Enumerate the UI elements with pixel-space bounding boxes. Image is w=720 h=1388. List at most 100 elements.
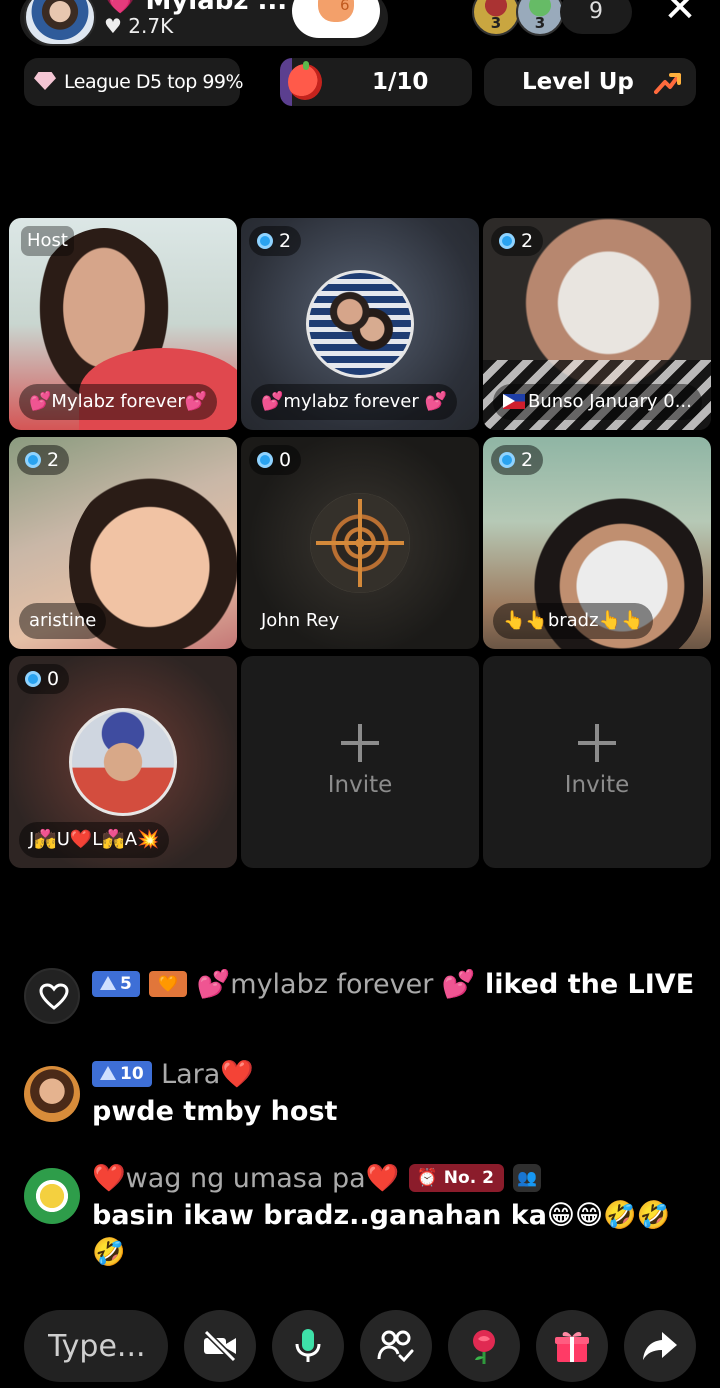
score-count: 2 <box>521 449 534 471</box>
user-avatar[interactable] <box>24 1066 80 1122</box>
chat-username[interactable]: wag ng umasa pa <box>126 1163 366 1194</box>
guest-tile-host[interactable]: Host 💕Mylabz forever💕 <box>9 218 237 430</box>
fan-club-count: 6 <box>340 0 350 14</box>
host-likes-count: 2.7K <box>128 14 174 38</box>
guest-avatar <box>306 270 414 378</box>
like-avatar[interactable] <box>24 968 80 1024</box>
tile-name: Bunso January 0... <box>493 384 702 420</box>
host-likes: ♥ 2.7K <box>104 14 174 38</box>
plus-icon <box>341 724 379 762</box>
score-icon <box>25 452 41 468</box>
chat-text: 10 Lara❤️ pwde tmby host <box>92 1056 700 1130</box>
guest-score-badge: 2 <box>491 445 544 475</box>
level-number: 5 <box>120 974 132 994</box>
goal-progress-pill[interactable]: 1/10 <box>280 58 472 106</box>
level-icon <box>100 976 116 990</box>
guest-tile-2[interactable]: 2 💕mylabz forever 💕 <box>241 218 479 430</box>
people-icon <box>377 1330 414 1363</box>
rose-icon <box>473 1330 495 1364</box>
heart-icon: ❤️ <box>365 1163 400 1194</box>
top-viewer-avatar-1[interactable]: 3 <box>472 0 520 36</box>
fan-badge-icon: 🧡 <box>149 971 188 997</box>
guest-score-badge: 2 <box>17 445 70 475</box>
diamond-icon <box>34 72 56 90</box>
heart-icon: ❤️ <box>92 1163 126 1194</box>
host-avatar[interactable] <box>24 0 96 46</box>
league-pill[interactable]: League D5 top 99% <box>24 58 244 106</box>
guest-tile-5[interactable]: 0 John Rey <box>241 437 479 649</box>
tile-name: John Rey <box>261 610 340 631</box>
top-viewer-rank-2: 3 <box>534 14 546 32</box>
invite-label: Invite <box>327 772 393 798</box>
host-tag: Host <box>21 226 74 256</box>
share-button[interactable] <box>624 1310 696 1382</box>
moderator-icon: 👥 <box>513 1164 542 1192</box>
bottom-bar <box>0 1310 720 1382</box>
target-avatar <box>310 493 410 593</box>
plus-icon <box>578 724 616 762</box>
gift-icon <box>555 1332 589 1362</box>
heart-icon: ❤️ <box>220 1059 254 1090</box>
score-count: 0 <box>47 668 60 690</box>
guest-score-badge: 2 <box>249 226 302 256</box>
share-arrow-icon <box>643 1332 677 1360</box>
chat-username[interactable]: 💕mylabz forever 💕 <box>197 969 476 1000</box>
rose-gift-button[interactable] <box>448 1310 520 1382</box>
tile-name: 💕mylabz forever 💕 <box>251 384 457 420</box>
league-text: League D5 top 99% <box>64 71 244 93</box>
guest-score-badge: 0 <box>17 664 70 694</box>
tile-name: aristine <box>19 603 107 639</box>
follow-button[interactable]: 6 <box>292 0 380 38</box>
invite-slot-1[interactable]: Invite <box>241 656 479 868</box>
score-count: 2 <box>279 230 292 252</box>
invite-slot-2[interactable]: Invite <box>483 656 711 868</box>
top-viewer-avatar-2[interactable]: 3 <box>516 0 564 36</box>
microphone-icon <box>295 1329 321 1362</box>
chat-text: ❤️wag ng umasa pa❤️ ⏰ No. 2 👥 basin ikaw… <box>92 1160 700 1271</box>
level-number: 10 <box>120 1064 144 1084</box>
top-viewer-rank-1: 3 <box>490 14 502 32</box>
invite-label: Invite <box>564 772 630 798</box>
chat-message-text: liked the LIVE <box>484 969 695 1000</box>
trending-up-icon <box>654 73 681 94</box>
chat-message-text: basin ikaw bradz..ganahan ka😁😁🤣🤣🤣 <box>92 1200 671 1268</box>
score-icon <box>257 452 273 468</box>
user-avatar[interactable] <box>24 1168 80 1224</box>
score-icon <box>257 233 273 249</box>
level-up-label: Level Up <box>522 69 634 95</box>
guest-score-badge: 0 <box>249 445 302 475</box>
comment-input[interactable] <box>24 1310 168 1382</box>
guest-tile-7[interactable]: 0 J💏U❤️L💏A💥 <box>9 656 237 868</box>
guests-button[interactable] <box>360 1310 432 1382</box>
chat-username[interactable]: Lara <box>161 1059 220 1090</box>
score-count: 0 <box>279 449 292 471</box>
guest-score-badge: 2 <box>491 226 544 256</box>
apple-icon <box>288 61 322 100</box>
guest-tile-4[interactable]: 2 aristine <box>9 437 237 649</box>
camera-off-icon <box>203 1329 237 1363</box>
close-button[interactable]: ✕ <box>660 0 700 28</box>
heart-outline-icon <box>39 983 69 1010</box>
chat-message-text: pwde tmby host <box>92 1096 338 1127</box>
level-icon <box>100 1066 116 1080</box>
level-up-button[interactable]: Level Up <box>484 58 696 106</box>
score-icon <box>25 671 41 687</box>
progress-text: 1/10 <box>372 69 429 95</box>
score-count: 2 <box>47 449 60 471</box>
guest-tile-6[interactable]: 2 👆👆bradz👆👆 <box>483 437 711 649</box>
score-icon <box>499 452 515 468</box>
score-icon <box>499 233 515 249</box>
philippines-flag-icon <box>503 394 525 409</box>
gift-button[interactable] <box>536 1310 608 1382</box>
viewer-count[interactable]: 9 <box>560 0 632 34</box>
camera-off-button[interactable] <box>184 1310 256 1382</box>
chat-text: 5 🧡 💕mylabz forever 💕 liked the LIVE <box>92 966 700 1003</box>
tile-name: 👆👆bradz👆👆 <box>493 603 654 639</box>
microphone-button[interactable] <box>272 1310 344 1382</box>
guest-tile-3[interactable]: 2 Bunso January 0... <box>483 218 711 430</box>
guest-avatar <box>69 708 177 816</box>
tile-name: 💕Mylabz forever💕 <box>19 384 218 420</box>
rank-badge: ⏰ No. 2 <box>408 1164 504 1192</box>
tile-name: J💏U❤️L💏A💥 <box>19 822 170 858</box>
rank-text: No. 2 <box>443 1168 494 1188</box>
